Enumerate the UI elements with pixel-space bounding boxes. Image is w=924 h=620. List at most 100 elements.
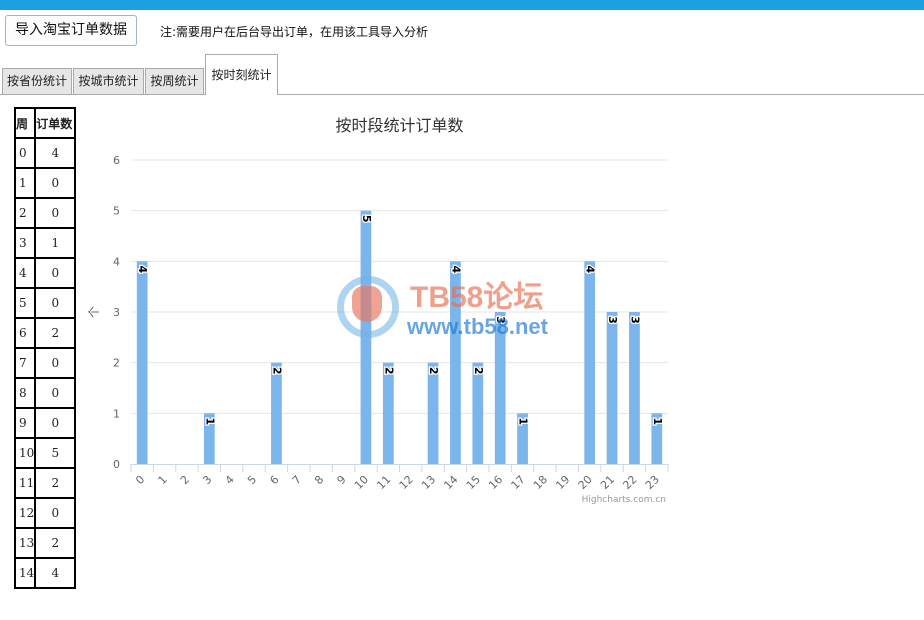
y-tick-label: 5 — [113, 205, 120, 218]
table-row: 40 — [13, 257, 77, 289]
table-header-orders: 订单数 — [34, 107, 77, 139]
tab-by-hour[interactable]: 按时刻统计 — [205, 54, 278, 95]
row-period-cell: 5 — [13, 287, 37, 319]
x-tick-label: 19 — [553, 473, 572, 492]
y-tick-label: 3 — [113, 306, 120, 319]
table-row: 50 — [13, 287, 77, 319]
row-period-cell: 11 — [13, 467, 37, 499]
x-tick-label: 21 — [598, 473, 617, 492]
row-period-cell: 13 — [13, 527, 37, 559]
tab-bar: 按省份统计 按城市统计 按周统计 按时刻统计 — [2, 54, 924, 95]
row-orders-cell: 0 — [34, 347, 77, 379]
table-header-row: 周 订单数 — [13, 107, 77, 139]
row-period-cell: 9 — [13, 407, 37, 439]
x-tick-label: 17 — [509, 473, 528, 492]
row-orders-cell: 0 — [34, 167, 77, 199]
bar-data-label: 4 — [449, 266, 462, 274]
x-tick-label: 18 — [531, 473, 550, 492]
hour-order-table: 周 订单数 0 4 1 0 2 0 3 1 4 0 5 0 6 2 7 0 8 0 9 0 10 5 11 2 12 0 13 2 14… — [13, 107, 77, 589]
y-axis-title: 个 — [87, 306, 101, 318]
table-row: 70 — [13, 347, 77, 379]
row-period-cell: 14 — [13, 557, 37, 589]
row-orders-cell: 0 — [34, 197, 77, 229]
bar-data-label: 3 — [628, 316, 641, 324]
bar — [584, 261, 596, 464]
row-orders-cell: 0 — [34, 287, 77, 319]
row-orders-cell: 0 — [34, 407, 77, 439]
table-row: 13 2 — [13, 527, 77, 559]
row-orders-cell: 2 — [34, 317, 77, 349]
table-row: 14 4 — [13, 557, 77, 589]
row-orders-cell: 2 — [34, 467, 77, 499]
bar-data-label: 2 — [472, 367, 485, 375]
tab-by-province[interactable]: 按省份统计 — [2, 68, 72, 95]
bar — [136, 261, 148, 464]
x-tick-label: 23 — [643, 473, 662, 492]
bar-data-label: 2 — [270, 367, 283, 375]
bar-data-label: 4 — [136, 266, 149, 274]
bar-data-label: 1 — [203, 418, 216, 426]
import-orders-button[interactable]: 导入淘宝订单数据 — [5, 15, 137, 46]
top-accent-bar — [0, 0, 924, 10]
y-tick-label: 1 — [113, 407, 120, 420]
row-orders-cell: 0 — [34, 257, 77, 289]
x-tick-label: 15 — [464, 473, 483, 492]
y-tick-label: 2 — [113, 357, 120, 370]
table-row: 12 0 — [13, 497, 77, 529]
x-tick-label: 20 — [576, 473, 595, 492]
row-period-cell: 2 — [13, 197, 37, 229]
bar — [271, 362, 282, 464]
orders-by-hour-chart: 按时段统计订单数0123456个40 1 213 4 526 7 8 9510211 12213… — [87, 116, 669, 505]
row-period-cell: 1 — [13, 167, 37, 199]
bar — [629, 312, 640, 464]
row-period-cell: 4 — [13, 257, 37, 289]
chart-credits: Highcharts.com.cn — [582, 495, 666, 505]
bar-data-label: 2 — [382, 367, 395, 375]
y-tick-label: 4 — [113, 255, 120, 268]
x-tick-label: 2 — [178, 473, 192, 487]
row-period-cell: 12 — [13, 497, 37, 529]
table-row: 62 — [13, 317, 77, 349]
bar — [472, 362, 484, 464]
row-orders-cell: 5 — [34, 437, 77, 469]
tab-by-week[interactable]: 按周统计 — [145, 68, 204, 95]
table-row: 10 — [13, 167, 77, 199]
row-period-cell: 7 — [13, 347, 37, 379]
bar — [450, 261, 461, 464]
row-orders-cell: 2 — [34, 527, 77, 559]
tab-by-city[interactable]: 按城市统计 — [73, 68, 144, 95]
bar-data-label: 3 — [494, 316, 507, 324]
bar — [494, 312, 506, 464]
x-tick-label: 13 — [419, 473, 438, 492]
x-tick-label: 6 — [267, 473, 281, 487]
x-tick-label: 16 — [486, 473, 505, 492]
bar-data-label: 1 — [517, 418, 530, 426]
table-row: 80 — [13, 377, 77, 409]
table-row: 11 2 — [13, 467, 77, 499]
x-tick-label: 7 — [290, 473, 304, 487]
bar-data-label: 1 — [651, 418, 664, 426]
x-tick-label: 0 — [133, 473, 147, 487]
x-tick-label: 12 — [397, 473, 416, 492]
x-tick-label: 1 — [156, 473, 170, 487]
table-row: 31 — [13, 227, 77, 259]
x-tick-label: 5 — [245, 473, 259, 487]
bar — [360, 210, 372, 464]
bar — [382, 362, 394, 464]
table-header-period: 周 — [13, 107, 37, 139]
import-note: 注:需要用户在后台导出订单，在用该工具导入分析 — [160, 25, 429, 39]
row-orders-cell: 4 — [34, 557, 77, 589]
row-period-cell: 3 — [13, 227, 37, 259]
bar-data-label: 2 — [427, 367, 440, 375]
table-row: 90 — [13, 407, 77, 439]
bar-data-label: 5 — [360, 215, 373, 223]
bar — [606, 312, 618, 464]
x-tick-label: 22 — [620, 473, 639, 492]
row-period-cell: 6 — [13, 317, 37, 349]
row-period-cell: 0 — [13, 137, 37, 169]
row-period-cell: 10 — [13, 437, 37, 469]
table-row: 10 5 — [13, 437, 77, 469]
row-orders-cell: 1 — [34, 227, 77, 259]
bar-data-label: 3 — [606, 316, 619, 324]
y-tick-label: 0 — [113, 458, 120, 471]
